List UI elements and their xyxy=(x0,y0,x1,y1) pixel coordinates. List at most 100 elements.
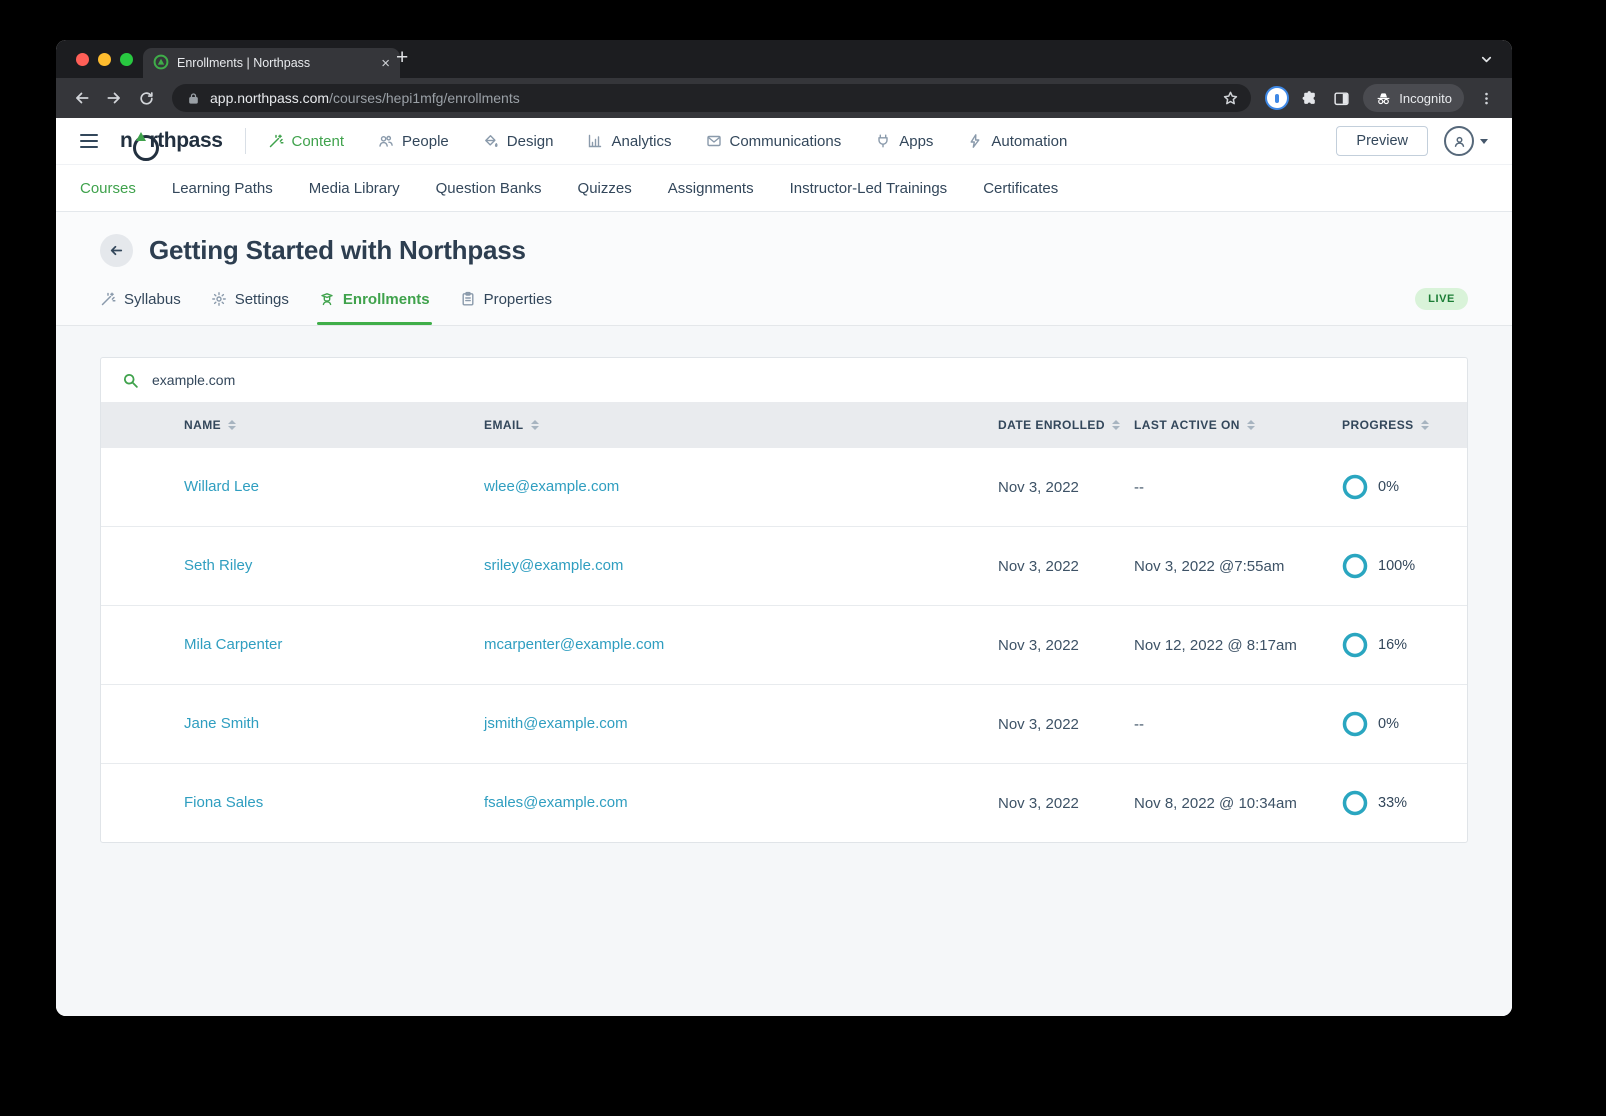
progress-percent: 33% xyxy=(1378,795,1407,811)
subnav-item[interactable]: Question Banks xyxy=(436,180,542,197)
enrollee-name-link[interactable]: Jane Smith xyxy=(184,715,259,732)
subnav-item[interactable]: Learning Paths xyxy=(172,180,273,197)
bookmark-star-icon[interactable] xyxy=(1222,90,1239,107)
last-active-cell: Nov 12, 2022 @ 8:17am xyxy=(1134,637,1342,654)
back-circle-button[interactable] xyxy=(100,234,133,267)
subnav-item[interactable]: Certificates xyxy=(983,180,1058,197)
column-header[interactable]: NAME xyxy=(184,418,484,432)
incognito-label: Incognito xyxy=(1399,91,1452,106)
header-nav-item[interactable]: Analytics xyxy=(587,133,671,150)
browser-window: Enrollments | Northpass × + app.northpas… xyxy=(56,40,1512,1016)
course-tab[interactable]: Enrollments xyxy=(319,273,430,325)
table-row: Seth Riley sriley@example.com Nov 3, 202… xyxy=(101,526,1467,605)
search-input[interactable] xyxy=(150,371,1446,389)
enrollee-name-link[interactable]: Seth Riley xyxy=(184,557,252,574)
progress-cell: 0% xyxy=(1342,711,1467,737)
url-domain: app.northpass.com xyxy=(210,90,329,106)
enrollments-card: NAME EMAIL DATE ENROLLED LAST ACTIVE ON … xyxy=(100,357,1468,843)
browser-menu-icon[interactable] xyxy=(1472,84,1500,112)
bar-chart-icon xyxy=(587,133,603,149)
lock-icon xyxy=(184,84,202,112)
progress-ring xyxy=(1342,711,1368,737)
sort-icon xyxy=(1421,420,1429,431)
side-panel-icon[interactable] xyxy=(1327,84,1355,112)
avatar xyxy=(120,700,168,748)
subnav-item[interactable]: Media Library xyxy=(309,180,400,197)
northpass-favicon-icon xyxy=(153,54,169,73)
column-header[interactable]: LAST ACTIVE ON xyxy=(1134,418,1342,432)
course-tab[interactable]: Syllabus xyxy=(100,273,181,325)
header-nav-item[interactable]: People xyxy=(378,133,449,150)
header-nav-item[interactable]: Communications xyxy=(706,133,842,150)
header-nav-item[interactable]: Design xyxy=(483,133,554,150)
address-bar[interactable]: app.northpass.com/courses/hepi1mfg/enrol… xyxy=(172,84,1251,112)
progress-ring xyxy=(1342,632,1368,658)
minimize-window-button[interactable] xyxy=(98,53,111,66)
northpass-logo[interactable]: nrthpass xyxy=(120,129,223,153)
enrollee-name-link[interactable]: Mila Carpenter xyxy=(184,636,282,653)
date-enrolled-cell: Nov 3, 2022 xyxy=(998,558,1134,575)
new-tab-button[interactable]: + xyxy=(396,46,408,70)
course-tab[interactable]: Settings xyxy=(211,273,289,325)
url-path: /courses/hepi1mfg/enrollments xyxy=(329,90,520,106)
browser-tab[interactable]: Enrollments | Northpass × xyxy=(143,48,400,78)
column-header[interactable]: EMAIL xyxy=(484,418,998,432)
page-title: Getting Started with Northpass xyxy=(149,235,526,266)
close-tab-icon[interactable]: × xyxy=(381,56,390,71)
enrollee-email-link[interactable]: fsales@example.com xyxy=(484,794,628,811)
extensions-puzzle-icon[interactable] xyxy=(1295,84,1323,112)
account-menu[interactable] xyxy=(1444,126,1488,156)
reload-button[interactable] xyxy=(132,84,160,112)
hamburger-menu-icon[interactable] xyxy=(80,134,98,148)
date-enrolled-cell: Nov 3, 2022 xyxy=(998,637,1134,654)
user-avatar-icon[interactable] xyxy=(1444,126,1474,156)
course-tab[interactable]: Properties xyxy=(460,273,552,325)
header-nav-item[interactable]: Automation xyxy=(967,133,1067,150)
search-icon xyxy=(122,372,139,389)
clipboard-icon xyxy=(460,291,476,307)
preview-button[interactable]: Preview xyxy=(1336,126,1428,156)
header-right: Preview xyxy=(1336,126,1488,156)
column-header[interactable]: DATE ENROLLED xyxy=(998,418,1134,432)
back-button[interactable] xyxy=(68,84,96,112)
subnav-item[interactable]: Quizzes xyxy=(578,180,632,197)
main-content: NAME EMAIL DATE ENROLLED LAST ACTIVE ON … xyxy=(56,326,1512,1016)
zoom-window-button[interactable] xyxy=(120,53,133,66)
wand-icon xyxy=(100,291,116,307)
last-active-cell: -- xyxy=(1134,716,1342,733)
chevron-down-icon[interactable] xyxy=(1479,52,1494,67)
progress-percent: 0% xyxy=(1378,716,1399,732)
enrollee-name-link[interactable]: Willard Lee xyxy=(184,478,259,495)
header-nav-item[interactable]: Content xyxy=(268,133,345,150)
lightning-icon xyxy=(967,133,983,149)
enrollee-email-link[interactable]: sriley@example.com xyxy=(484,557,623,574)
title-row: Getting Started with Northpass xyxy=(100,234,1468,267)
wand-icon xyxy=(268,133,284,149)
envelope-icon xyxy=(706,133,722,149)
header-nav: Content People Design Analytics Communic… xyxy=(268,133,1068,150)
enrollee-email-link[interactable]: wlee@example.com xyxy=(484,478,619,495)
close-window-button[interactable] xyxy=(76,53,89,66)
avatar xyxy=(120,463,168,511)
date-enrolled-cell: Nov 3, 2022 xyxy=(998,795,1134,812)
column-header[interactable]: PROGRESS xyxy=(1342,418,1467,432)
url-text: app.northpass.com/courses/hepi1mfg/enrol… xyxy=(210,90,520,106)
onepassword-extension-icon[interactable] xyxy=(1263,84,1291,112)
progress-ring xyxy=(1342,790,1368,816)
forward-button[interactable] xyxy=(100,84,128,112)
header-divider xyxy=(245,128,246,154)
content-subnav: Courses Learning Paths Media Library Questi… xyxy=(56,165,1512,212)
subnav-item[interactable]: Assignments xyxy=(668,180,754,197)
enrollee-email-link[interactable]: mcarpenter@example.com xyxy=(484,636,664,653)
caret-down-icon xyxy=(1480,139,1488,144)
subnav-item[interactable]: Instructor-Led Trainings xyxy=(790,180,948,197)
people-icon xyxy=(378,133,394,149)
page-head: Getting Started with Northpass LIVE Syll… xyxy=(56,212,1512,326)
tab-title: Enrollments | Northpass xyxy=(177,56,373,70)
enrollee-email-link[interactable]: jsmith@example.com xyxy=(484,715,628,732)
subnav-item[interactable]: Courses xyxy=(80,180,136,197)
last-active-cell: -- xyxy=(1134,479,1342,496)
header-nav-item[interactable]: Apps xyxy=(875,133,933,150)
enrollee-name-link[interactable]: Fiona Sales xyxy=(184,794,263,811)
gear-icon xyxy=(211,291,227,307)
